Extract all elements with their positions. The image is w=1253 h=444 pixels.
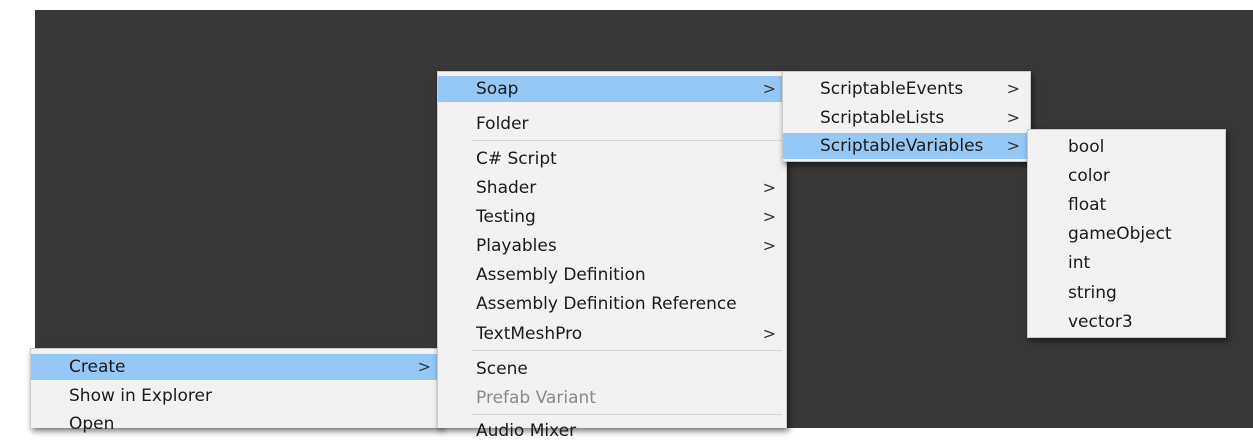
menu-item-testing[interactable]: Testing > xyxy=(438,204,786,230)
menu-item-label: Playables xyxy=(476,236,557,256)
menu-item-label: C# Script xyxy=(476,149,557,169)
menu-item-create[interactable]: Create > xyxy=(31,354,441,380)
menu-item-string[interactable]: string xyxy=(1028,280,1225,306)
chevron-right-icon: > xyxy=(762,207,776,226)
menu-item-color[interactable]: color xyxy=(1028,163,1225,189)
menu-item-textmeshpro[interactable]: TextMeshPro > xyxy=(438,321,786,347)
chevron-right-icon: > xyxy=(1006,136,1020,155)
menu-item-bool[interactable]: bool xyxy=(1028,134,1225,160)
menu-item-label: Audio Mixer xyxy=(476,421,577,441)
menu-item-label: TextMeshPro xyxy=(476,324,583,344)
menu-item-playables[interactable]: Playables > xyxy=(438,233,786,259)
menu-item-label: ScriptableVariables xyxy=(820,136,984,156)
menu-item-label: Assembly Definition xyxy=(476,265,646,285)
chevron-right-icon: > xyxy=(762,79,776,98)
scriptable-variables-submenu: bool color float gameObject int string v… xyxy=(1027,129,1226,338)
chevron-right-icon: > xyxy=(1006,79,1020,98)
menu-item-label: Prefab Variant xyxy=(476,388,596,408)
menu-item-label: Scene xyxy=(476,359,528,379)
menu-item-label: Testing xyxy=(476,207,536,227)
menu-item-show-in-explorer[interactable]: Show in Explorer xyxy=(31,383,441,409)
menu-separator xyxy=(472,350,782,351)
chevron-right-icon: > xyxy=(762,236,776,255)
project-context-menu: Create > Show in Explorer Open xyxy=(30,348,442,434)
menu-item-label: ScriptableEvents xyxy=(820,79,964,99)
menu-item-scriptable-variables[interactable]: ScriptableVariables > xyxy=(783,133,1030,159)
menu-item-label: color xyxy=(1068,166,1110,186)
menu-item-label: Assembly Definition Reference xyxy=(476,294,737,314)
menu-item-label: float xyxy=(1068,195,1107,215)
menu-item-label: Open xyxy=(69,414,115,434)
menu-item-shader[interactable]: Shader > xyxy=(438,175,786,201)
menu-item-assembly-definition-reference[interactable]: Assembly Definition Reference xyxy=(438,291,786,317)
soap-submenu: ScriptableEvents > ScriptableLists > Scr… xyxy=(782,71,1031,162)
menu-item-label: ScriptableLists xyxy=(820,108,945,128)
menu-separator xyxy=(472,414,782,415)
menu-item-scriptable-lists[interactable]: ScriptableLists > xyxy=(783,105,1030,131)
menu-item-csharp-script[interactable]: C# Script xyxy=(438,146,786,172)
menu-item-label: Show in Explorer xyxy=(69,386,212,406)
menu-item-gameobject[interactable]: gameObject xyxy=(1028,221,1225,247)
menu-item-open[interactable]: Open xyxy=(31,411,441,437)
menu-item-label: bool xyxy=(1068,137,1105,157)
create-submenu: Soap > Folder C# Script Shader > Testing… xyxy=(437,71,787,441)
menu-item-label: int xyxy=(1068,253,1091,273)
menu-item-float[interactable]: float xyxy=(1028,192,1225,218)
menu-item-label: string xyxy=(1068,283,1117,303)
chevron-right-icon: > xyxy=(762,178,776,197)
menu-item-label: gameObject xyxy=(1068,224,1172,244)
chevron-right-icon: > xyxy=(417,357,431,376)
menu-item-scriptable-events[interactable]: ScriptableEvents > xyxy=(783,76,1030,102)
menu-item-assembly-definition[interactable]: Assembly Definition xyxy=(438,262,786,288)
menu-item-vector3[interactable]: vector3 xyxy=(1028,309,1225,335)
menu-item-label: Soap xyxy=(476,79,519,99)
menu-item-label: vector3 xyxy=(1068,312,1133,332)
menu-item-label: Shader xyxy=(476,178,537,198)
chevron-right-icon: > xyxy=(762,324,776,343)
menu-separator xyxy=(472,140,782,141)
menu-item-folder[interactable]: Folder xyxy=(438,111,786,137)
menu-item-label: Folder xyxy=(476,114,529,134)
menu-item-soap[interactable]: Soap > xyxy=(438,76,786,102)
menu-item-label: Create xyxy=(69,357,126,377)
menu-item-scene[interactable]: Scene xyxy=(438,356,786,382)
chevron-right-icon: > xyxy=(1006,108,1020,127)
menu-item-audio-mixer[interactable]: Audio Mixer xyxy=(438,418,786,444)
menu-item-prefab-variant: Prefab Variant xyxy=(438,385,786,411)
menu-item-int[interactable]: int xyxy=(1028,250,1225,276)
